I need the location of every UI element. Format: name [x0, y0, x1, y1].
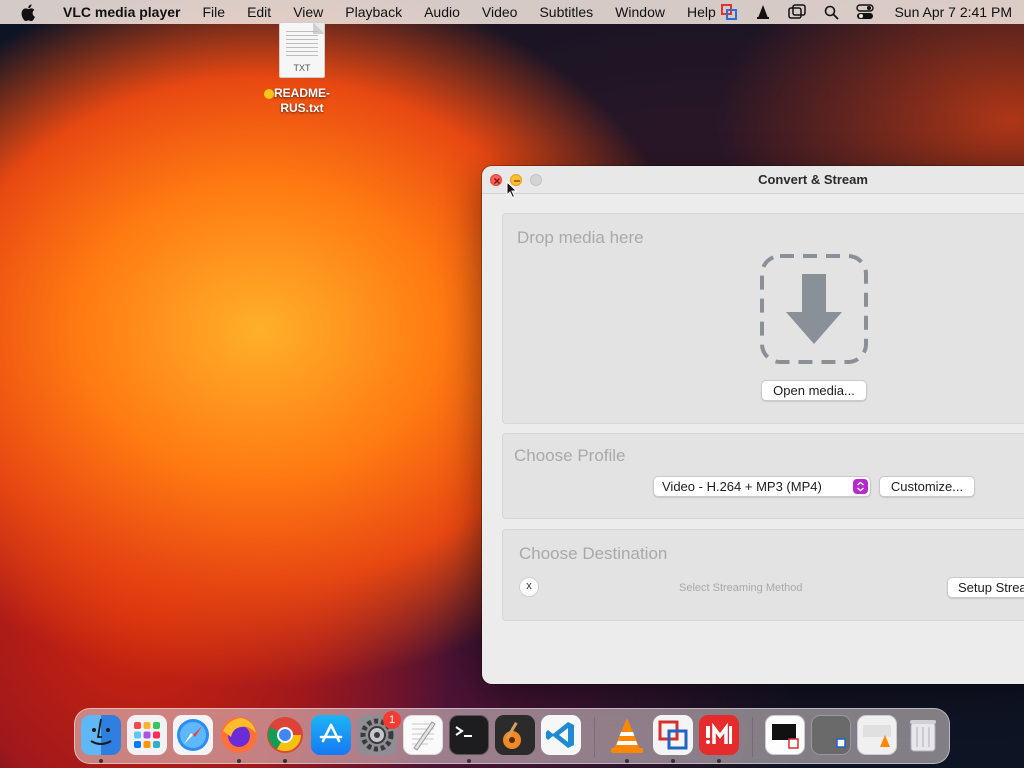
dock-app-store-icon[interactable] [311, 715, 351, 755]
setup-streaming-button[interactable]: Setup Streaming... [947, 577, 1024, 598]
menu-bar: VLC media player File Edit View Playback… [0, 0, 1024, 24]
profile-select[interactable]: Video - H.264 + MP3 (MP4) [653, 476, 871, 497]
dock-minimized-window-icon[interactable] [811, 715, 851, 755]
select-chevron-updown-icon [853, 479, 868, 494]
dock-parallels-toolbox-icon[interactable] [699, 715, 739, 755]
running-indicator [283, 759, 287, 763]
profile-select-value: Video - H.264 + MP3 (MP4) [662, 479, 822, 494]
drop-target-download-icon[interactable] [760, 254, 870, 364]
file-extension-label: TXT [293, 63, 311, 73]
menu-clock[interactable]: Sun Apr 7 2:41 PM [894, 4, 1012, 20]
notification-badge: 1 [383, 711, 401, 729]
choose-destination-title: Choose Destination [519, 544, 668, 563]
dock-trash-icon[interactable] [903, 715, 943, 755]
apple-menu-icon[interactable] [18, 3, 38, 21]
customize-button[interactable]: Customize... [879, 476, 975, 497]
dock-minimized-vlc-window-icon[interactable] [857, 715, 897, 755]
text-file-icon: TXT [279, 22, 325, 78]
menu-window[interactable]: Window [604, 4, 676, 20]
dock-firefox-icon[interactable] [219, 715, 259, 755]
dock-terminal-icon[interactable] [449, 715, 489, 755]
dock-safari-icon[interactable] [173, 715, 213, 755]
dock-vlc-icon[interactable] [607, 715, 647, 755]
dock-separator [594, 717, 595, 757]
running-indicator [671, 759, 675, 763]
dock-vscode-icon[interactable] [541, 715, 581, 755]
clear-destination-button[interactable]: x [519, 577, 539, 597]
running-indicator [467, 759, 471, 763]
screen-mirroring-icon[interactable] [788, 3, 807, 21]
control-center-icon[interactable] [856, 3, 875, 21]
dock-minimized-window-icon[interactable] [765, 715, 805, 755]
desktop-file-readme[interactable]: TXT README- RUS.txt [260, 22, 344, 116]
running-indicator [99, 759, 103, 763]
file-name-line-2: RUS.txt [280, 101, 324, 115]
menu-edit[interactable]: Edit [236, 4, 282, 20]
dock: 1 [74, 708, 950, 764]
mouse-pointer-icon [506, 180, 518, 204]
menu-playback[interactable]: Playback [334, 4, 413, 20]
running-indicator [237, 759, 241, 763]
drop-media-title: Drop media here [517, 228, 644, 247]
menu-app-name[interactable]: VLC media player [52, 4, 192, 20]
yellow-tag-icon [264, 89, 274, 99]
dock-chrome-icon[interactable] [265, 715, 305, 755]
choose-destination-panel: Choose Destination x Select Streaming Me… [502, 529, 1024, 621]
convert-stream-window: Convert & Stream Drop media here Open me… [482, 166, 1024, 684]
desktop-file-label: README- RUS.txt [260, 86, 344, 116]
dock-separator [752, 717, 753, 757]
window-titlebar[interactable]: Convert & Stream [482, 166, 1024, 194]
streaming-method-label: Select Streaming Method [679, 582, 803, 594]
menu-audio[interactable]: Audio [413, 4, 471, 20]
vlc-status-icon[interactable] [754, 3, 772, 21]
dock-parallels-icon[interactable] [653, 715, 693, 755]
spotlight-search-icon[interactable] [822, 3, 840, 21]
dock-finder-icon[interactable] [81, 715, 121, 755]
dock-launchpad-icon[interactable] [127, 715, 167, 755]
running-indicator [625, 759, 629, 763]
running-indicator [717, 759, 721, 763]
menu-subtitles[interactable]: Subtitles [528, 4, 604, 20]
menu-file[interactable]: File [192, 4, 237, 20]
choose-profile-title: Choose Profile [514, 446, 626, 465]
menu-view[interactable]: View [282, 4, 334, 20]
drop-media-panel[interactable]: Drop media here Open media... [502, 213, 1024, 424]
dock-garageband-icon[interactable] [495, 715, 535, 755]
parallels-status-icon[interactable] [720, 3, 738, 21]
menu-help[interactable]: Help [676, 4, 727, 20]
choose-profile-panel: Choose Profile Video - H.264 + MP3 (MP4)… [502, 433, 1024, 519]
dock-system-settings-icon[interactable]: 1 [357, 711, 401, 755]
open-media-button[interactable]: Open media... [761, 380, 867, 401]
dock-textedit-icon[interactable] [403, 715, 443, 755]
menu-video[interactable]: Video [471, 4, 529, 20]
window-title: Convert & Stream [758, 172, 868, 187]
